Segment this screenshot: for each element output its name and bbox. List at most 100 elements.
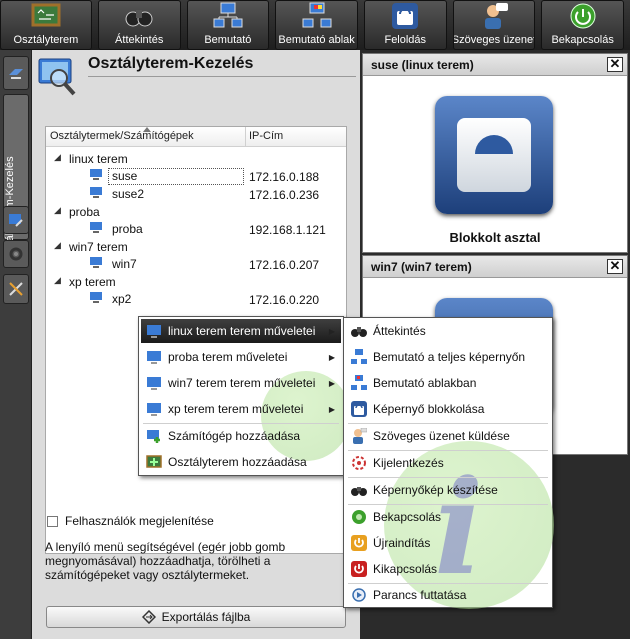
menu-item-win7[interactable]: win7 terem terem műveletei ▶ — [141, 371, 341, 395]
lock-icon — [435, 96, 553, 214]
toolbar-button-presentation[interactable]: Bemutató — [186, 0, 270, 50]
classroom-actions-submenu: i Áttekintés Bemutató a teljes képernyőn… — [343, 317, 554, 609]
menu-item-label: Bemutató a teljes képernyőn — [373, 350, 526, 364]
tree-group-row[interactable]: ◢ win7 terem — [46, 239, 346, 256]
group-label: xp terem — [69, 275, 116, 289]
menu-item-label: proba terem műveletei — [168, 350, 288, 364]
restart-icon — [351, 535, 367, 551]
menu-item-label: Bemutató ablakban — [373, 376, 477, 390]
add-computer-icon — [147, 430, 160, 443]
toolbar-button-overview[interactable]: Áttekintés — [97, 0, 181, 50]
submenu-item-logout[interactable]: Kijelentkezés — [346, 451, 550, 475]
context-menu: linux terem terem műveletei ▶ proba tere… — [138, 316, 351, 476]
export-button[interactable]: Exportálás fájlba — [46, 606, 346, 628]
computer-icon — [147, 403, 161, 416]
computer-icon — [90, 257, 102, 268]
toolbar-button-presentation-window[interactable]: Bemutató ablak — [275, 0, 358, 50]
tree-group-row[interactable]: ◢ proba — [46, 204, 346, 221]
side-tab-tools[interactable] — [3, 274, 29, 304]
menu-item-label: Kikapcsolás — [373, 562, 438, 576]
transfer-icon — [9, 69, 23, 79]
power-on-icon — [568, 2, 598, 30]
tree-pc-row[interactable]: xp2 172.16.0.220 — [46, 291, 346, 308]
column-header-computers[interactable]: Osztálytermek/Számítógépek — [50, 130, 194, 142]
export-icon — [141, 610, 156, 624]
sort-arrow-icon — [143, 127, 151, 132]
computer-ip: 172.16.0.220 — [249, 293, 320, 307]
close-icon[interactable]: ✕ — [607, 57, 623, 72]
menu-item-add-classroom[interactable]: Osztályterem hozzáadása — [141, 450, 341, 474]
submenu-item-run-command[interactable]: Parancs futtatása — [346, 583, 550, 607]
submenu-item-send-message[interactable]: Szöveges üzenet küldése — [346, 424, 550, 448]
toolbar-button-power-on[interactable]: Bekapcsolás — [541, 0, 624, 50]
menu-item-label: Újraindítás — [373, 536, 431, 550]
submenu-item-restart[interactable]: Újraindítás — [346, 531, 550, 555]
submenu-item-power-off[interactable]: Kikapcsolás — [346, 557, 550, 581]
menu-item-proba[interactable]: proba terem műveletei ▶ — [141, 345, 341, 369]
column-divider — [245, 127, 246, 147]
menu-item-label: Osztályterem hozzáadása — [168, 455, 307, 469]
side-tab-settings[interactable] — [3, 240, 29, 268]
computer-icon — [90, 187, 102, 198]
submenu-item-overview[interactable]: Áttekintés — [346, 319, 550, 343]
blocked-desktop-label: Blokkolt asztal — [449, 230, 541, 245]
run-command-icon — [352, 588, 366, 602]
lock-icon — [351, 401, 367, 417]
side-tab-transfer[interactable] — [3, 56, 29, 90]
toolbar-button-label: Bemutató ablak — [278, 34, 355, 46]
add-classroom-icon — [146, 455, 162, 468]
submenu-arrow-icon: ▶ — [328, 404, 335, 414]
monitor-magnifier-icon — [38, 58, 76, 96]
submenu-item-screenshot[interactable]: Képernyőkép készítése — [346, 478, 550, 502]
computer-label: win7 — [112, 257, 137, 271]
gear-icon — [9, 247, 23, 261]
computer-icon — [147, 377, 161, 390]
toolbar-button-unlock[interactable]: Feloldás — [363, 0, 447, 50]
column-header-ip[interactable]: IP-Cím — [249, 130, 283, 142]
toolbar-button-classroom[interactable]: Osztályterem — [0, 0, 92, 50]
submenu-arrow-icon: ▶ — [328, 352, 335, 362]
panel-header: Osztályterem-Kezelés — [32, 50, 360, 104]
submenu-item-power-on[interactable]: Bekapcsolás — [346, 505, 550, 529]
menu-item-label: Képernyő blokkolása — [373, 402, 485, 416]
menu-item-linux-terem[interactable]: linux terem terem műveletei ▶ — [141, 319, 341, 343]
show-users-checkbox[interactable] — [47, 515, 58, 527]
menu-item-add-computer[interactable]: Számítógép hozzáadása — [141, 424, 341, 448]
tree-pc-row[interactable]: proba 192.168.1.121 — [46, 221, 346, 238]
close-icon[interactable]: ✕ — [607, 259, 623, 274]
computer-icon — [147, 351, 161, 364]
show-users-row[interactable]: Felhasználók megjelenítése — [47, 514, 214, 528]
tree-group-row[interactable]: ◢ linux terem — [46, 151, 346, 168]
submenu-item-fullscreen-presentation[interactable]: Bemutató a teljes képernyőn — [346, 345, 550, 369]
submenu-item-window-presentation[interactable]: Bemutató ablakban — [346, 371, 550, 395]
side-tab-display[interactable] — [3, 206, 29, 234]
viewer-title: win7 (win7 terem) — [371, 260, 472, 274]
computer-ip: 172.16.0.207 — [249, 258, 320, 272]
export-label: Exportálás fájlba — [161, 610, 251, 624]
group-label: proba — [69, 205, 100, 219]
tree-pc-row[interactable]: suse 172.16.0.188 — [46, 168, 346, 185]
binoculars-icon — [124, 2, 154, 30]
toolbar-button-label: Osztályterem — [13, 34, 79, 46]
submenu-item-block-screen[interactable]: Képernyő blokkolása — [346, 397, 550, 421]
group-label: win7 terem — [69, 240, 128, 254]
logout-icon — [352, 456, 366, 470]
menu-item-label: linux terem terem műveletei — [168, 324, 316, 338]
viewer-title-bar: win7 (win7 terem) ✕ — [363, 256, 627, 278]
computer-icon — [90, 222, 102, 233]
expand-triangle-icon: ◢ — [54, 152, 61, 162]
computer-ip: 172.16.0.236 — [249, 188, 320, 202]
chalkboard-icon — [31, 2, 61, 30]
tools-icon — [9, 282, 23, 296]
menu-item-label: xp terem terem műveletei — [168, 402, 304, 416]
toolbar-button-label: Feloldás — [384, 34, 427, 46]
tree-pc-row[interactable]: suse2 172.16.0.236 — [46, 186, 346, 203]
menu-item-xp[interactable]: xp terem terem műveletei ▶ — [141, 397, 341, 421]
tree-group-row[interactable]: ◢ xp terem — [46, 274, 346, 291]
computer-label: suse — [112, 169, 138, 183]
menu-item-label: Képernyőkép készítése — [373, 483, 498, 497]
tree-pc-row[interactable]: win7 172.16.0.207 — [46, 256, 346, 273]
group-label: linux terem — [69, 152, 128, 166]
binoculars-icon — [351, 327, 367, 337]
toolbar-button-text-message[interactable]: Szöveges üzenet — [452, 0, 536, 50]
